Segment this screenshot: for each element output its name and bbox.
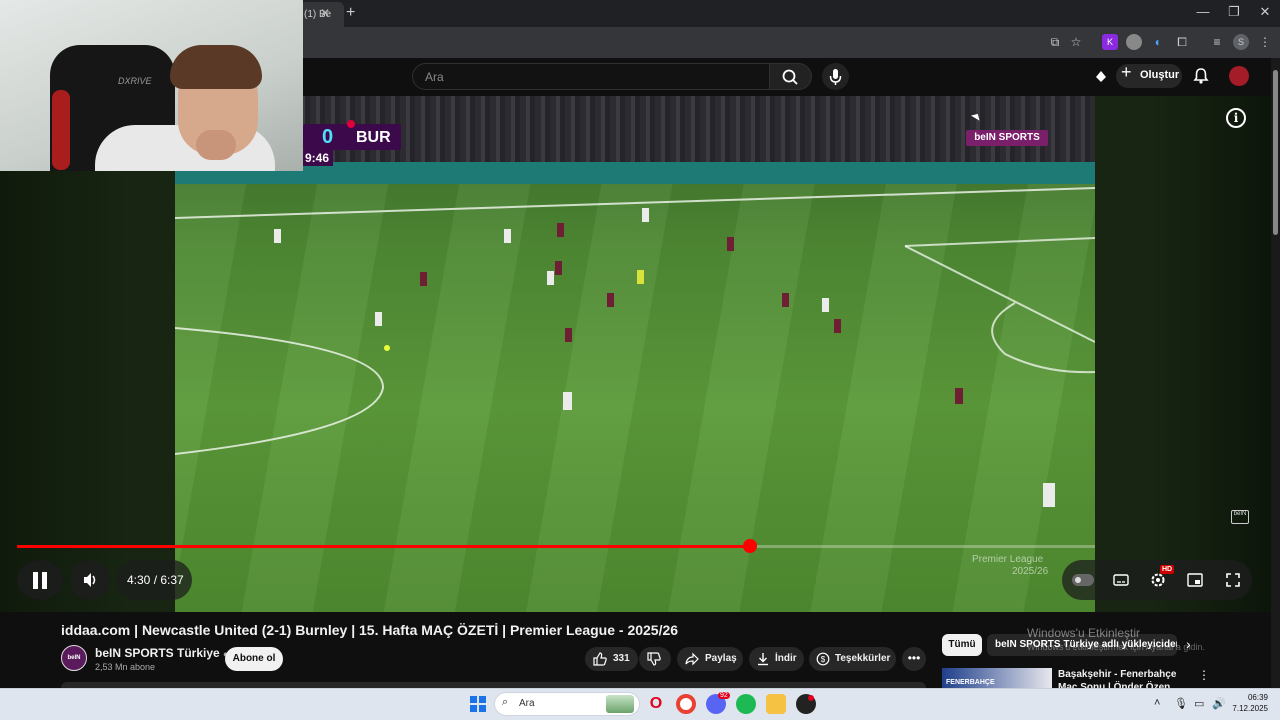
thumbs-down-icon xyxy=(647,652,661,666)
clock-time: 06:39 xyxy=(1247,693,1268,702)
volume-icon xyxy=(84,573,96,587)
pitch-markings xyxy=(175,187,1095,507)
streamer-hand xyxy=(196,130,236,160)
autoplay-toggle[interactable] xyxy=(1072,574,1094,586)
network-icon[interactable]: ▭ xyxy=(1194,697,1204,710)
thumbnail-text: FENERBAHÇE xyxy=(946,679,995,686)
extensions-puzzle-icon[interactable]: ⧠ xyxy=(1174,34,1190,50)
video-frame[interactable] xyxy=(175,96,1095,612)
extension-icon[interactable] xyxy=(1126,34,1142,50)
volume-icon[interactable]: 🔊 xyxy=(1212,697,1226,710)
thanks-label: Teşekkürler xyxy=(835,653,891,664)
voice-search-button[interactable] xyxy=(822,63,849,90)
microphone-icon xyxy=(829,69,842,85)
super-thanks-icon: $ xyxy=(816,652,830,666)
clock-date: 7.12.2025 xyxy=(1232,704,1268,713)
maximize-button[interactable]: ❐ xyxy=(1219,4,1249,20)
spotify-icon[interactable] xyxy=(736,694,756,714)
microphone-icon[interactable]: 🎙 xyxy=(1174,697,1188,710)
opera-icon[interactable]: O xyxy=(646,694,666,714)
bookmark-star-icon[interactable]: ☆ xyxy=(1068,34,1084,50)
watermark-line: 2025/26 xyxy=(1012,566,1049,577)
subscribe-button[interactable]: Abone ol xyxy=(225,647,283,671)
download-icon xyxy=(756,652,770,666)
pause-icon xyxy=(42,572,47,589)
settings-gear-icon[interactable] xyxy=(1148,572,1168,591)
info-icon[interactable]: i xyxy=(1226,108,1246,128)
browser-menu-icon[interactable]: ⋮ xyxy=(1257,34,1273,50)
windows-taskbar xyxy=(0,688,1280,720)
scrollbar-thumb[interactable] xyxy=(1273,70,1278,235)
chair-brand: DXRIVE xyxy=(118,76,152,86)
more-actions-button[interactable]: ••• xyxy=(902,647,926,671)
taskbar-clock[interactable]: 06:39 7.12.2025 xyxy=(1232,692,1268,714)
pause-button[interactable] xyxy=(17,560,63,600)
league-watermark: Premier League 2025/26 xyxy=(972,554,1048,578)
minimize-button[interactable]: — xyxy=(1188,4,1218,19)
volume-button[interactable] xyxy=(70,560,110,600)
team-abbreviation: BUR xyxy=(356,129,391,146)
tab-search-icon[interactable]: ≡ xyxy=(1209,34,1225,50)
search-button[interactable] xyxy=(770,63,812,90)
install-app-icon[interactable]: ⧉ xyxy=(1047,34,1063,50)
plus-icon: + xyxy=(1121,62,1132,82)
download-label: İndir xyxy=(775,653,797,664)
corner-logo: beIN xyxy=(1231,510,1249,524)
miniplayer-icon[interactable] xyxy=(1185,573,1205,590)
score-value: 0 xyxy=(322,126,334,148)
share-label: Paylaş xyxy=(705,653,737,664)
windows-activation-title: Windows'u Etkinleştir xyxy=(1027,626,1140,640)
search-highlight-icon xyxy=(606,695,634,713)
subtitles-icon[interactable] xyxy=(1111,573,1131,590)
svg-text:$: $ xyxy=(821,655,826,664)
tray-chevron-icon[interactable]: ˄ xyxy=(1154,697,1160,709)
windows-activation-subtitle: Windows'u etkinleştirmek için Ayarlar'a … xyxy=(1027,642,1205,652)
watermark-line: Premier League xyxy=(972,554,1044,565)
dislike-button[interactable] xyxy=(639,647,671,671)
channel-avatar[interactable]: beIN xyxy=(61,645,87,671)
chair-accent xyxy=(52,90,70,170)
like-count: 331 xyxy=(613,653,630,664)
subscriber-count: 2,53 Mn abone xyxy=(95,662,156,672)
fullscreen-icon[interactable] xyxy=(1223,572,1243,591)
webcam-overlay: DXRIVE xyxy=(0,0,303,171)
account-avatar[interactable] xyxy=(1229,66,1249,86)
profile-avatar[interactable]: S xyxy=(1233,34,1249,50)
discord-badge: 92 xyxy=(718,692,730,699)
hd-badge: HD xyxy=(1160,565,1175,574)
file-explorer-icon[interactable] xyxy=(766,694,786,714)
progress-played xyxy=(17,545,750,548)
recommended-thumbnail[interactable]: FENERBAHÇE xyxy=(942,668,1052,690)
premium-gift-icon[interactable] xyxy=(1093,68,1109,84)
window-close-button[interactable]: ✕ xyxy=(1250,4,1280,20)
search-icon: ⌕ xyxy=(502,696,509,708)
tab-close-icon[interactable]: ✕ xyxy=(320,6,330,20)
match-clock: 9:46 xyxy=(303,150,333,166)
pause-icon xyxy=(33,572,38,589)
chip-all[interactable]: Tümü xyxy=(942,634,982,656)
streamer-hair xyxy=(170,45,262,89)
new-tab-button[interactable]: + xyxy=(346,4,355,22)
channel-name[interactable]: beIN SPORTS Türkiye ● xyxy=(95,646,228,660)
notifications-bell-icon[interactable] xyxy=(1192,67,1210,85)
extension-icon[interactable]: ◖ xyxy=(1149,34,1165,50)
recommended-menu-icon[interactable]: ⋮ xyxy=(1198,668,1210,682)
chrome-icon[interactable] xyxy=(676,694,696,714)
channel-name-text: beIN SPORTS Türkiye xyxy=(95,646,220,660)
thumbs-up-icon xyxy=(593,652,607,666)
time-display: 4:30 / 6:37 xyxy=(127,573,184,587)
video-title: iddaa.com | Newcastle United (2-1) Burnl… xyxy=(61,622,679,638)
extension-icon[interactable]: K xyxy=(1102,34,1118,50)
share-icon xyxy=(685,652,699,666)
progress-scrubber[interactable] xyxy=(743,539,757,553)
broadcaster-logo: beIN SPORTS xyxy=(966,130,1048,146)
notification-dot xyxy=(808,695,814,701)
windows-start-icon[interactable] xyxy=(470,696,486,712)
live-dot xyxy=(347,120,355,128)
search-icon xyxy=(782,69,798,85)
search-input[interactable]: Ara xyxy=(412,63,770,90)
